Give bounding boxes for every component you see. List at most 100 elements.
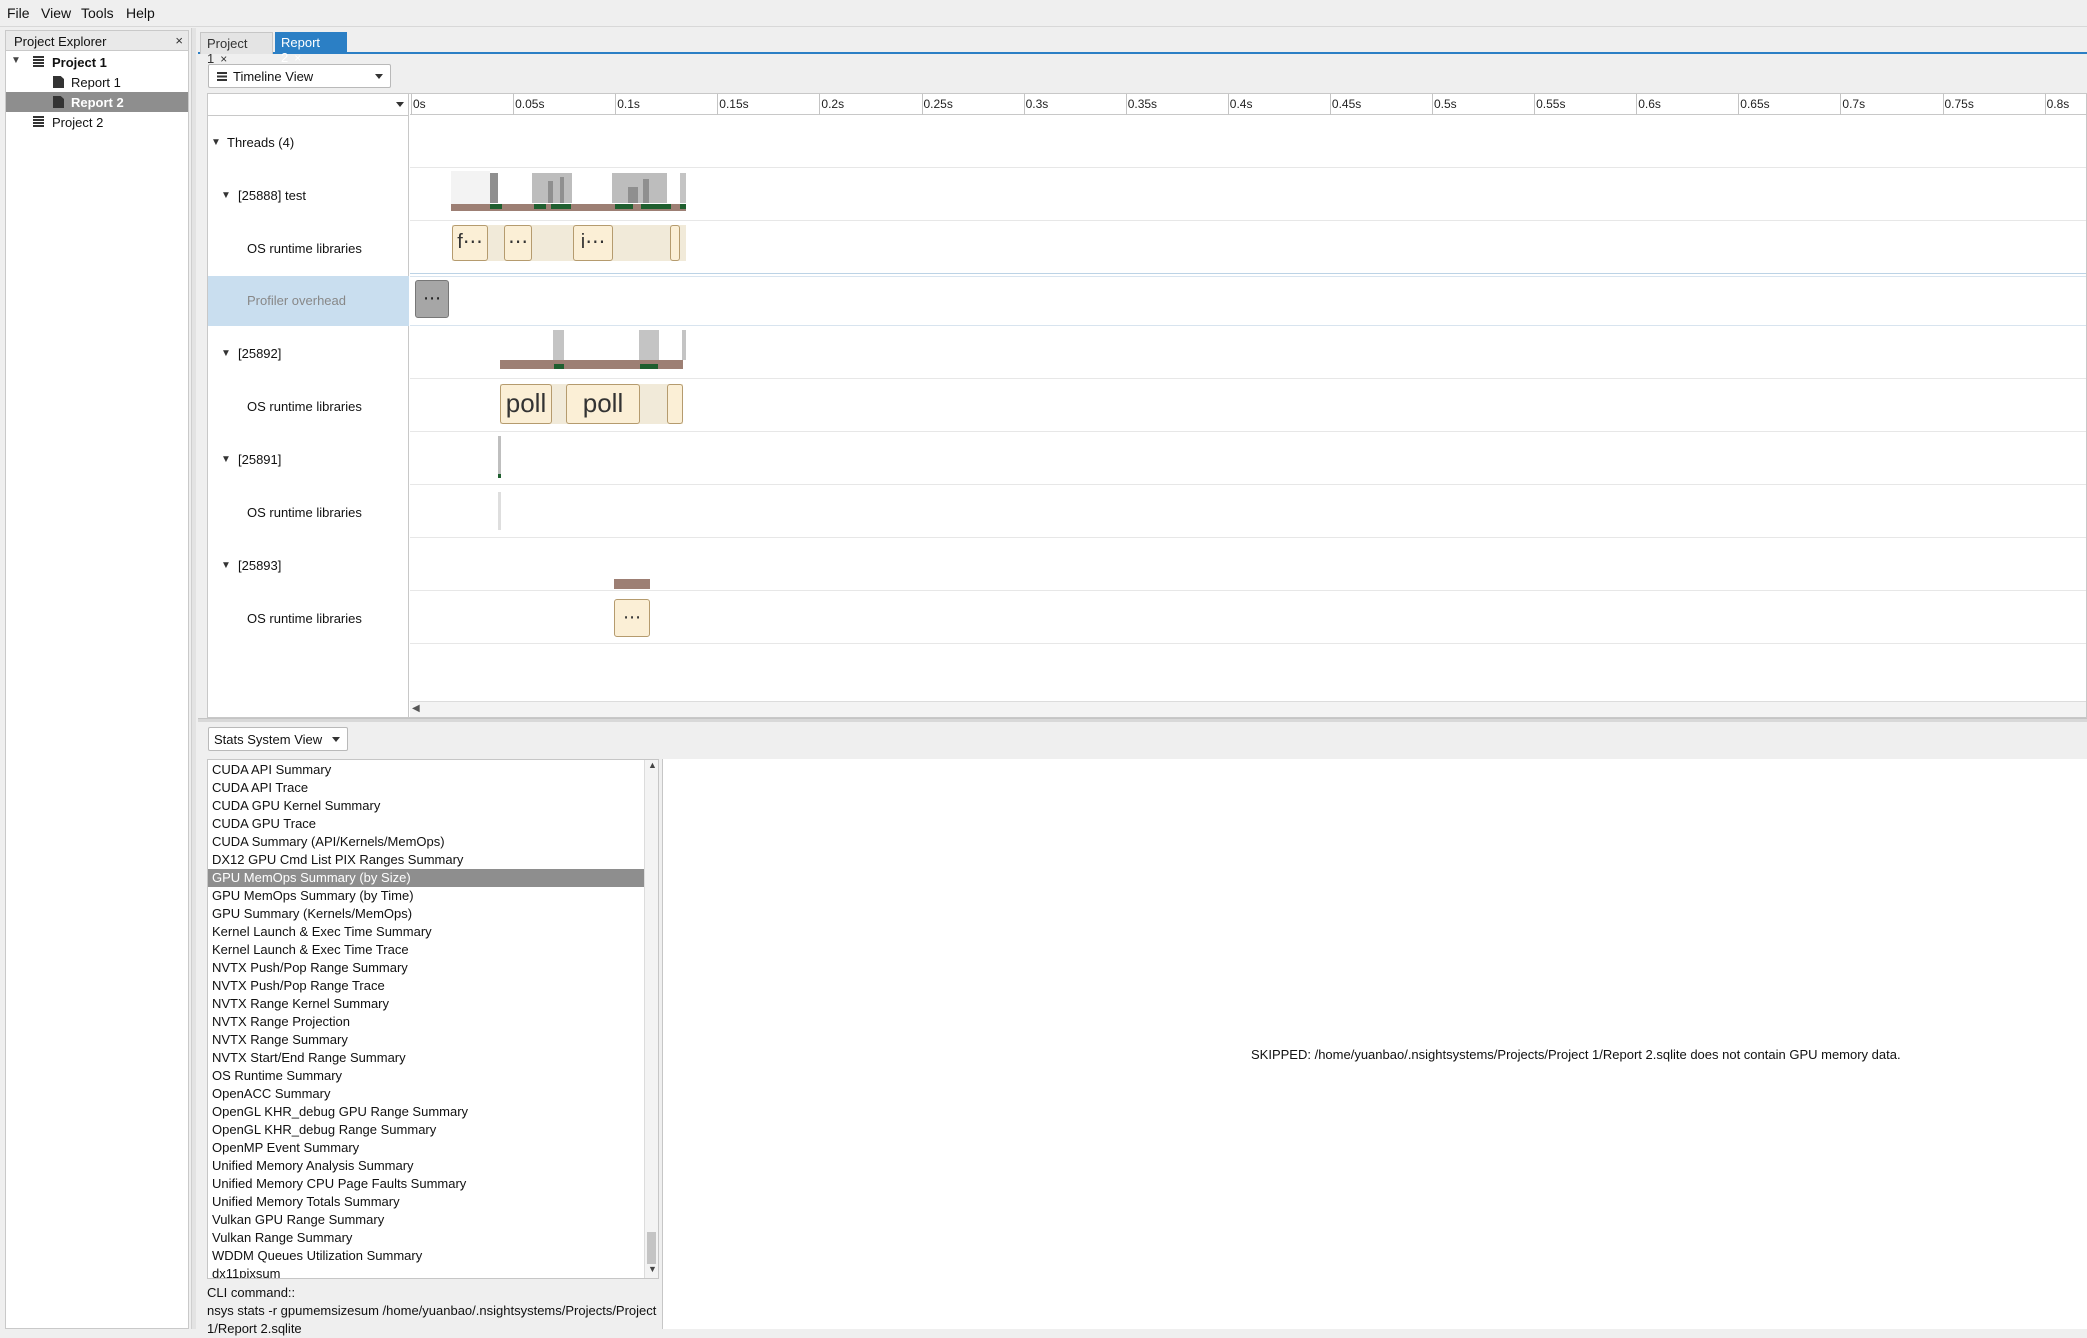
chevron-left-icon[interactable]: ◀ <box>412 703 420 714</box>
stats-report-item[interactable]: OpenMP Event Summary <box>208 1139 644 1157</box>
stats-report-item[interactable]: OpenGL KHR_debug Range Summary <box>208 1121 644 1139</box>
stats-report-item[interactable]: Vulkan Range Summary <box>208 1229 644 1247</box>
chevron-down-icon[interactable]: ▼ <box>211 137 221 148</box>
ruler-tick <box>1227 94 1229 115</box>
os-call-block[interactable]: f⋯ <box>452 225 488 261</box>
ruler-tick-label: 0.35s <box>1127 97 1158 111</box>
stats-report-item[interactable]: Unified Memory Totals Summary <box>208 1193 644 1211</box>
tab-project-1[interactable]: Project 1 × <box>200 32 273 66</box>
project-icon <box>33 56 44 68</box>
timeline-scrollbar[interactable]: ◀ <box>410 701 2086 717</box>
tree-item-project-2[interactable]: Project 2 <box>6 112 188 132</box>
report-icon <box>53 96 64 108</box>
chevron-down-icon[interactable] <box>396 102 404 107</box>
os-call-block-poll[interactable]: poll <box>566 384 640 424</box>
cpu-activity-bar <box>490 173 498 203</box>
chevron-down-icon[interactable]: ▼ <box>221 454 231 465</box>
os-call-block[interactable]: ⋯ <box>614 599 650 637</box>
stats-report-item[interactable]: NVTX Push/Pop Range Summary <box>208 959 644 977</box>
profiler-overhead-block[interactable]: ⋯ <box>415 280 449 318</box>
thread-running-bar <box>640 364 658 369</box>
chevron-down-icon[interactable]: ▼ <box>221 560 231 571</box>
stats-report-item[interactable]: Kernel Launch & Exec Time Summary <box>208 923 644 941</box>
os-runtime-range <box>498 492 501 530</box>
os-call-block-poll[interactable]: poll <box>500 384 552 424</box>
view-selector-dropdown[interactable]: Timeline View <box>208 64 391 88</box>
chevron-down-icon[interactable]: ▼ <box>221 190 231 201</box>
tree-item-label: Report 2 <box>71 95 124 110</box>
stats-report-item[interactable]: WDDM Queues Utilization Summary <box>208 1247 644 1265</box>
stats-report-item[interactable]: NVTX Push/Pop Range Trace <box>208 977 644 995</box>
row-thread-25893: [25893] <box>238 558 282 573</box>
ruler-tick-label: 0.7s <box>1842 97 1866 111</box>
stats-report-item[interactable]: OpenACC Summary <box>208 1085 644 1103</box>
thread-running-bar <box>498 474 501 478</box>
chevron-down-icon[interactable]: ▼ <box>11 55 21 66</box>
tree-item-report-2[interactable]: Report 2 <box>6 92 188 112</box>
ruler-tick-label: 0.6s <box>1638 97 1661 111</box>
timeline-row-labels: ▼ Threads (4) ▼ [25888] test OS runtime … <box>208 94 409 717</box>
close-icon[interactable]: × <box>294 51 301 65</box>
cpu-activity-bar <box>612 173 667 203</box>
cpu-activity-bar <box>548 181 553 203</box>
row-profiler-overhead: Profiler overhead <box>247 293 346 308</box>
time-ruler: 0s 0.05s 0.1s 0.15s 0.2s 0.25s 0.3s 0.35s 0.4s 0.… <box>410 94 2086 115</box>
ruler-tick <box>513 94 515 115</box>
project-explorer-panel: Project Explorer × ▼ Project 1 Report 1 … <box>5 30 189 1329</box>
panel-splitter[interactable] <box>191 28 196 1329</box>
stats-selector-dropdown[interactable]: Stats System View <box>208 727 348 751</box>
chevron-up-icon[interactable]: ▲ <box>648 760 657 770</box>
menu-view[interactable]: View <box>41 5 71 21</box>
os-call-block[interactable]: i⋯ <box>573 225 613 261</box>
menu-file[interactable]: File <box>7 5 30 21</box>
chevron-down-icon[interactable]: ▼ <box>648 1264 657 1274</box>
chevron-down-icon[interactable]: ▼ <box>221 348 231 359</box>
timeline-canvas[interactable]: 0s 0.05s 0.1s 0.15s 0.2s 0.25s 0.3s 0.35s 0.4s 0.… <box>410 94 2086 717</box>
ruler-tick-label: 0.25s <box>923 97 953 111</box>
stats-report-item[interactable]: Kernel Launch & Exec Time Trace <box>208 941 644 959</box>
stats-report-item[interactable]: Vulkan GPU Range Summary <box>208 1211 644 1229</box>
tree-item-project-1[interactable]: ▼ Project 1 <box>6 52 188 72</box>
stats-report-item[interactable]: CUDA GPU Kernel Summary <box>208 797 644 815</box>
thread-running-bar <box>554 364 564 369</box>
menu-tools[interactable]: Tools <box>81 5 114 21</box>
stats-report-item[interactable]: DX12 GPU Cmd List PIX Ranges Summary <box>208 851 644 869</box>
os-call-block[interactable] <box>670 225 680 261</box>
stats-report-item[interactable]: Unified Memory Analysis Summary <box>208 1157 644 1175</box>
stats-report-item[interactable]: CUDA GPU Trace <box>208 815 644 833</box>
menu-help[interactable]: Help <box>126 5 155 21</box>
scrollbar-thumb[interactable] <box>647 1232 656 1264</box>
stats-report-item[interactable]: GPU MemOps Summary (by Time) <box>208 887 644 905</box>
stats-report-item[interactable]: NVTX Range Summary <box>208 1031 644 1049</box>
row-os-runtime: OS runtime libraries <box>247 399 362 414</box>
stats-report-item[interactable]: CUDA Summary (API/Kernels/MemOps) <box>208 833 644 851</box>
stats-report-item[interactable]: NVTX Range Kernel Summary <box>208 995 644 1013</box>
ruler-tick-label: 0.4s <box>1229 97 1253 111</box>
cpu-activity-bar <box>560 177 564 203</box>
thread-running-bar <box>641 204 671 209</box>
stats-report-item[interactable]: dx11pixsum <box>208 1265 644 1278</box>
cpu-activity-bar <box>553 330 564 360</box>
stats-report-item[interactable]: CUDA API Trace <box>208 779 644 797</box>
close-icon[interactable]: × <box>175 33 183 48</box>
ruler-tick <box>1023 94 1025 115</box>
thread-running-bar <box>680 204 686 209</box>
os-call-block[interactable] <box>667 384 683 424</box>
stats-report-item[interactable]: NVTX Range Projection <box>208 1013 644 1031</box>
stats-report-item[interactable]: OS Runtime Summary <box>208 1067 644 1085</box>
os-call-block[interactable]: ⋯ <box>504 225 532 261</box>
chevron-down-icon <box>332 737 340 742</box>
stats-report-item[interactable]: GPU MemOps Summary (by Size) <box>208 869 644 887</box>
stats-report-item[interactable]: GPU Summary (Kernels/MemOps) <box>208 905 644 923</box>
thread-running-bar <box>615 204 633 209</box>
tab-report-2[interactable]: Report 2 × <box>275 32 347 65</box>
panel-splitter[interactable] <box>198 718 2087 722</box>
stats-report-item[interactable]: CUDA API Summary <box>208 761 644 779</box>
stats-report-item[interactable]: NVTX Start/End Range Summary <box>208 1049 644 1067</box>
stats-report-item[interactable]: Unified Memory CPU Page Faults Summary <box>208 1175 644 1193</box>
stats-selector-label: Stats System View <box>214 732 323 747</box>
os-call-label: ⋯ <box>508 231 528 253</box>
tree-item-report-1[interactable]: Report 1 <box>6 72 188 92</box>
stats-report-item[interactable]: OpenGL KHR_debug GPU Range Summary <box>208 1103 644 1121</box>
stats-list-scrollbar[interactable]: ▲ ▼ <box>644 760 658 1278</box>
